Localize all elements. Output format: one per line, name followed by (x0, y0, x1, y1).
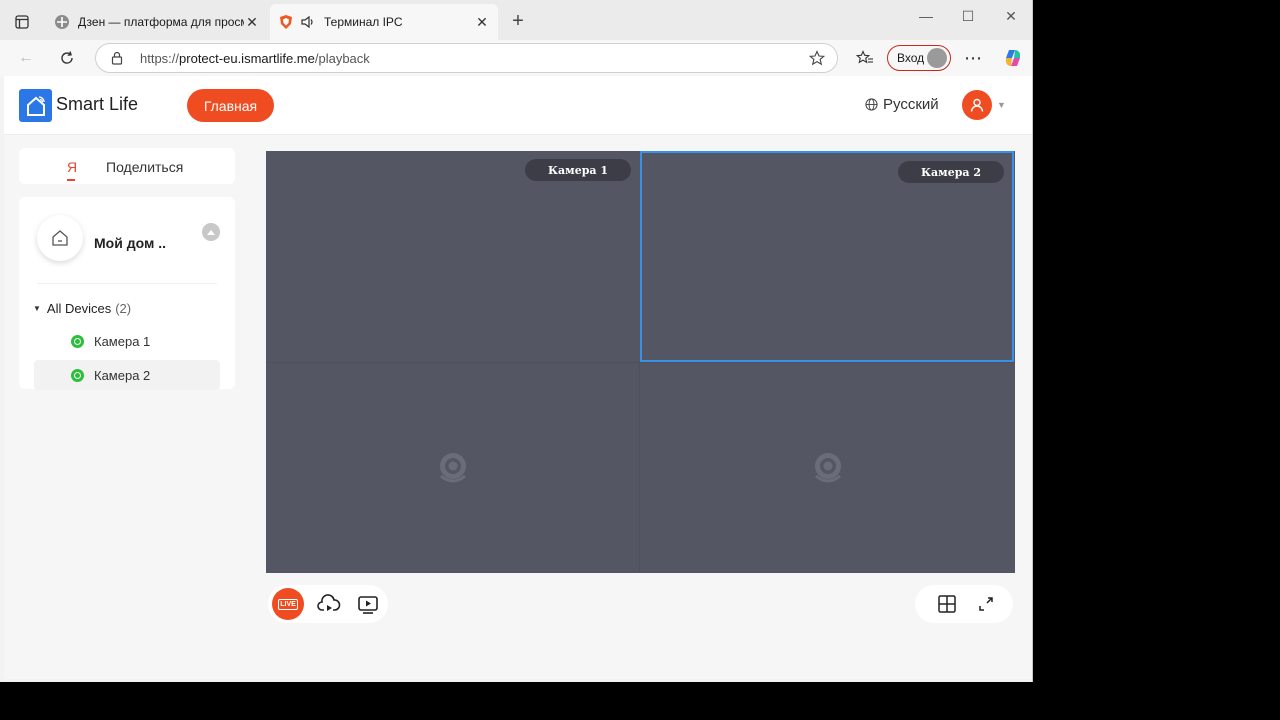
group-label: All Devices (46, 301, 112, 316)
tab-share[interactable]: Поделиться (106, 159, 183, 175)
close-window-icon[interactable]: ✕ (991, 8, 1031, 25)
language-selector[interactable]: Русский (865, 96, 939, 113)
profile-avatar-icon (927, 48, 947, 68)
video-cell-2[interactable]: Камера 2 (640, 151, 1014, 362)
tab-strip: Дзен — платформа для просмотра ✕ Термина… (0, 0, 1032, 42)
camera-label: Камера 2 (898, 161, 1004, 183)
caret-down-icon: ▼ (33, 304, 41, 313)
active-tab-indicator (67, 179, 75, 181)
home-icon (37, 215, 83, 261)
camera-placeholder-icon (439, 452, 466, 482)
favorite-star-icon[interactable] (808, 50, 826, 69)
view-controls (915, 585, 1013, 623)
home-name[interactable]: Мой дом .. (94, 235, 166, 251)
copilot-icon[interactable] (1001, 46, 1025, 70)
tab-actions-icon[interactable] (10, 10, 34, 34)
browser-window: Дзен — платформа для просмотра ✕ Термина… (0, 0, 1033, 682)
favorites-icon[interactable] (853, 46, 877, 70)
home-button[interactable]: Главная (187, 89, 274, 122)
url-host: protect-eu.ismartlife.me (179, 50, 315, 66)
new-tab-icon[interactable]: + (506, 10, 530, 34)
smart-life-logo-icon[interactable] (19, 89, 52, 122)
browser-tab-ipc[interactable]: Терминал IPC ✕ (270, 4, 498, 40)
live-label: LIVE (278, 598, 298, 610)
login-label: Вход (897, 51, 925, 65)
close-tab-icon[interactable]: ✕ (244, 14, 260, 31)
video-cell-4[interactable] (641, 362, 1015, 572)
tab-me[interactable]: Я (67, 159, 77, 175)
video-cell-3[interactable] (266, 362, 640, 572)
globe-icon (865, 98, 878, 111)
device-item-camera-1[interactable]: Камера 1 (34, 326, 220, 356)
camera-placeholder-icon (815, 452, 841, 482)
video-cell-1[interactable]: Камера 1 (266, 151, 640, 361)
brave-favicon-icon (280, 15, 292, 29)
maximize-icon[interactable]: ☐ (948, 8, 988, 25)
url-prefix: https:// (140, 50, 180, 66)
all-devices-group[interactable]: ▼ All Devices (2) (33, 301, 131, 316)
app-page: Smart Life Главная Русский ▼ Я Поделитьс… (4, 76, 1032, 679)
sidebar-tabs: Я Поделиться (19, 148, 235, 184)
fullscreen-icon[interactable] (974, 592, 998, 616)
playback-mode-controls: LIVE (268, 585, 388, 623)
back-icon[interactable]: ← (14, 46, 38, 70)
lock-icon[interactable] (110, 51, 128, 65)
brand-name: Smart Life (56, 94, 139, 114)
user-avatar[interactable] (962, 90, 992, 120)
online-status-icon (71, 334, 84, 348)
divider (37, 283, 217, 284)
address-bar[interactable]: https://protect-eu.ismartlife.me/playbac… (95, 43, 838, 73)
local-playback-icon[interactable] (356, 592, 380, 616)
device-item-camera-2[interactable]: Камера 2 (34, 360, 220, 390)
grid-layout-icon[interactable] (935, 592, 959, 616)
online-status-icon (71, 368, 84, 382)
tab-title: Дзен — платформа для просмотра (78, 15, 244, 29)
video-grid: Камера 1 Камера 2 (266, 151, 1015, 573)
user-icon (970, 98, 984, 112)
tab-title: Терминал IPC (324, 15, 403, 29)
profile-login-button[interactable]: Вход (887, 45, 951, 71)
cloud-playback-icon[interactable] (317, 592, 341, 616)
browser-toolbar: ← https://protect-eu.ismartlife.me/playb… (0, 40, 1032, 76)
camera-label: Камера 1 (525, 159, 631, 181)
language-label: Русский (883, 96, 939, 113)
group-count: (2) (115, 301, 132, 316)
chevron-down-icon[interactable]: ▼ (997, 100, 1006, 110)
app-header: Smart Life Главная Русский ▼ (4, 76, 1032, 135)
collapse-icon[interactable] (202, 223, 220, 241)
close-tab-icon[interactable]: ✕ (474, 14, 490, 31)
refresh-icon[interactable] (55, 46, 79, 70)
device-name: Камера 2 (94, 367, 151, 383)
url-path: /playback (314, 50, 370, 66)
dzen-favicon-icon (55, 15, 69, 29)
live-icon[interactable]: LIVE (272, 588, 304, 620)
device-name: Камера 1 (94, 333, 151, 349)
minimize-icon[interactable]: — (906, 8, 946, 24)
speaker-icon[interactable] (300, 14, 316, 30)
browser-tab-dzen[interactable]: Дзен — платформа для просмотра ✕ (46, 6, 268, 38)
device-tree: Мой дом .. ▼ All Devices (2) Камера 1 Ка… (19, 197, 235, 390)
more-options-icon[interactable]: ⋯ (961, 46, 985, 70)
